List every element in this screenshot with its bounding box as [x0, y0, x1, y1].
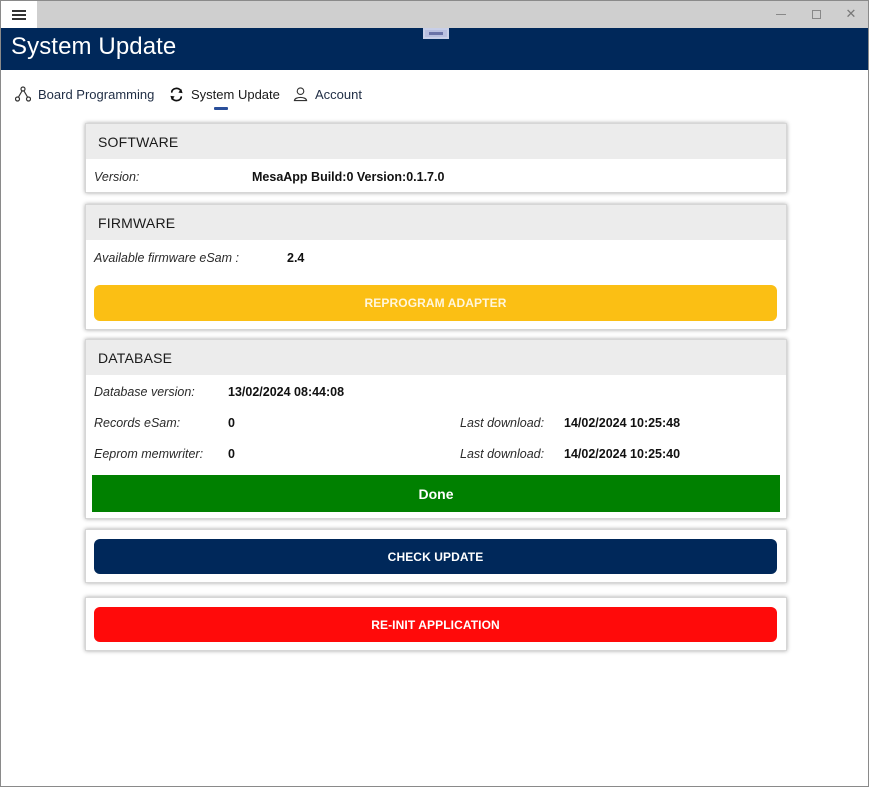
eeprom-memwriter-label: Eeprom memwriter:: [94, 447, 204, 461]
software-version-label: Version:: [94, 170, 140, 184]
database-header: DATABASE: [86, 340, 786, 375]
tab-account[interactable]: Account: [293, 83, 362, 105]
database-card: DATABASE Database version: 13/02/2024 08…: [85, 339, 787, 519]
database-version-value: 13/02/2024 08:44:08: [228, 385, 345, 399]
tab-system-update[interactable]: System Update: [169, 83, 280, 105]
drag-handle-icon[interactable]: [423, 28, 449, 39]
user-icon: [293, 87, 308, 102]
tab-board-programming[interactable]: Board Programming: [15, 83, 154, 105]
records-last-download-label: Last download:: [460, 416, 545, 430]
close-button[interactable]: ✕: [834, 1, 868, 28]
hamburger-icon-line: [12, 14, 26, 16]
tab-bar: Board Programming System Update Account: [1, 70, 868, 110]
nodes-icon: [15, 86, 31, 102]
hamburger-icon-line: [12, 18, 26, 20]
eeprom-last-download-value: 14/02/2024 10:25:40: [564, 447, 681, 461]
check-update-button[interactable]: CHECK UPDATE: [94, 539, 777, 574]
page-title: System Update: [11, 33, 177, 60]
eeprom-memwriter-value: 0: [228, 447, 235, 461]
software-header: SOFTWARE: [86, 124, 786, 159]
title-bar: ✕: [1, 1, 868, 28]
check-update-card: CHECK UPDATE: [85, 529, 787, 583]
firmware-available-value: 2.4: [287, 251, 305, 265]
eeprom-last-download-label: Last download:: [460, 447, 545, 461]
hamburger-menu-button[interactable]: [1, 1, 37, 28]
minimize-button[interactable]: [764, 1, 798, 28]
reinit-application-button[interactable]: RE-INIT APPLICATION: [94, 607, 777, 642]
software-card: SOFTWARE Version: MesaApp Build:0 Versio…: [85, 123, 787, 193]
firmware-card: FIRMWARE Available firmware eSam : 2.4 R…: [85, 204, 787, 330]
software-version-value: MesaApp Build:0 Version:0.1.7.0: [252, 170, 445, 184]
reinit-card: RE-INIT APPLICATION: [85, 597, 787, 651]
records-esam-label: Records eSam:: [94, 416, 181, 430]
firmware-header: FIRMWARE: [86, 205, 786, 240]
records-esam-value: 0: [228, 416, 235, 430]
tab-label: Board Programming: [38, 86, 155, 102]
active-tab-indicator: [214, 107, 228, 110]
hamburger-icon: [12, 10, 26, 12]
close-icon: ✕: [845, 7, 857, 22]
app-window: ✕ System Update Board Programming System…: [0, 0, 869, 787]
reprogram-adapter-button[interactable]: REPROGRAM ADAPTER: [94, 285, 777, 321]
sync-icon: [170, 87, 183, 101]
minimize-icon: [776, 14, 786, 15]
database-status-bar: Done: [92, 475, 780, 512]
page-header: System Update: [1, 28, 868, 70]
firmware-available-label: Available firmware eSam :: [94, 251, 239, 265]
maximize-icon: [811, 10, 821, 19]
maximize-button[interactable]: [799, 1, 833, 28]
tab-label: System Update: [191, 86, 280, 102]
records-last-download-value: 14/02/2024 10:25:48: [564, 416, 681, 430]
tab-label: Account: [315, 86, 362, 102]
database-version-label: Database version:: [94, 385, 195, 399]
